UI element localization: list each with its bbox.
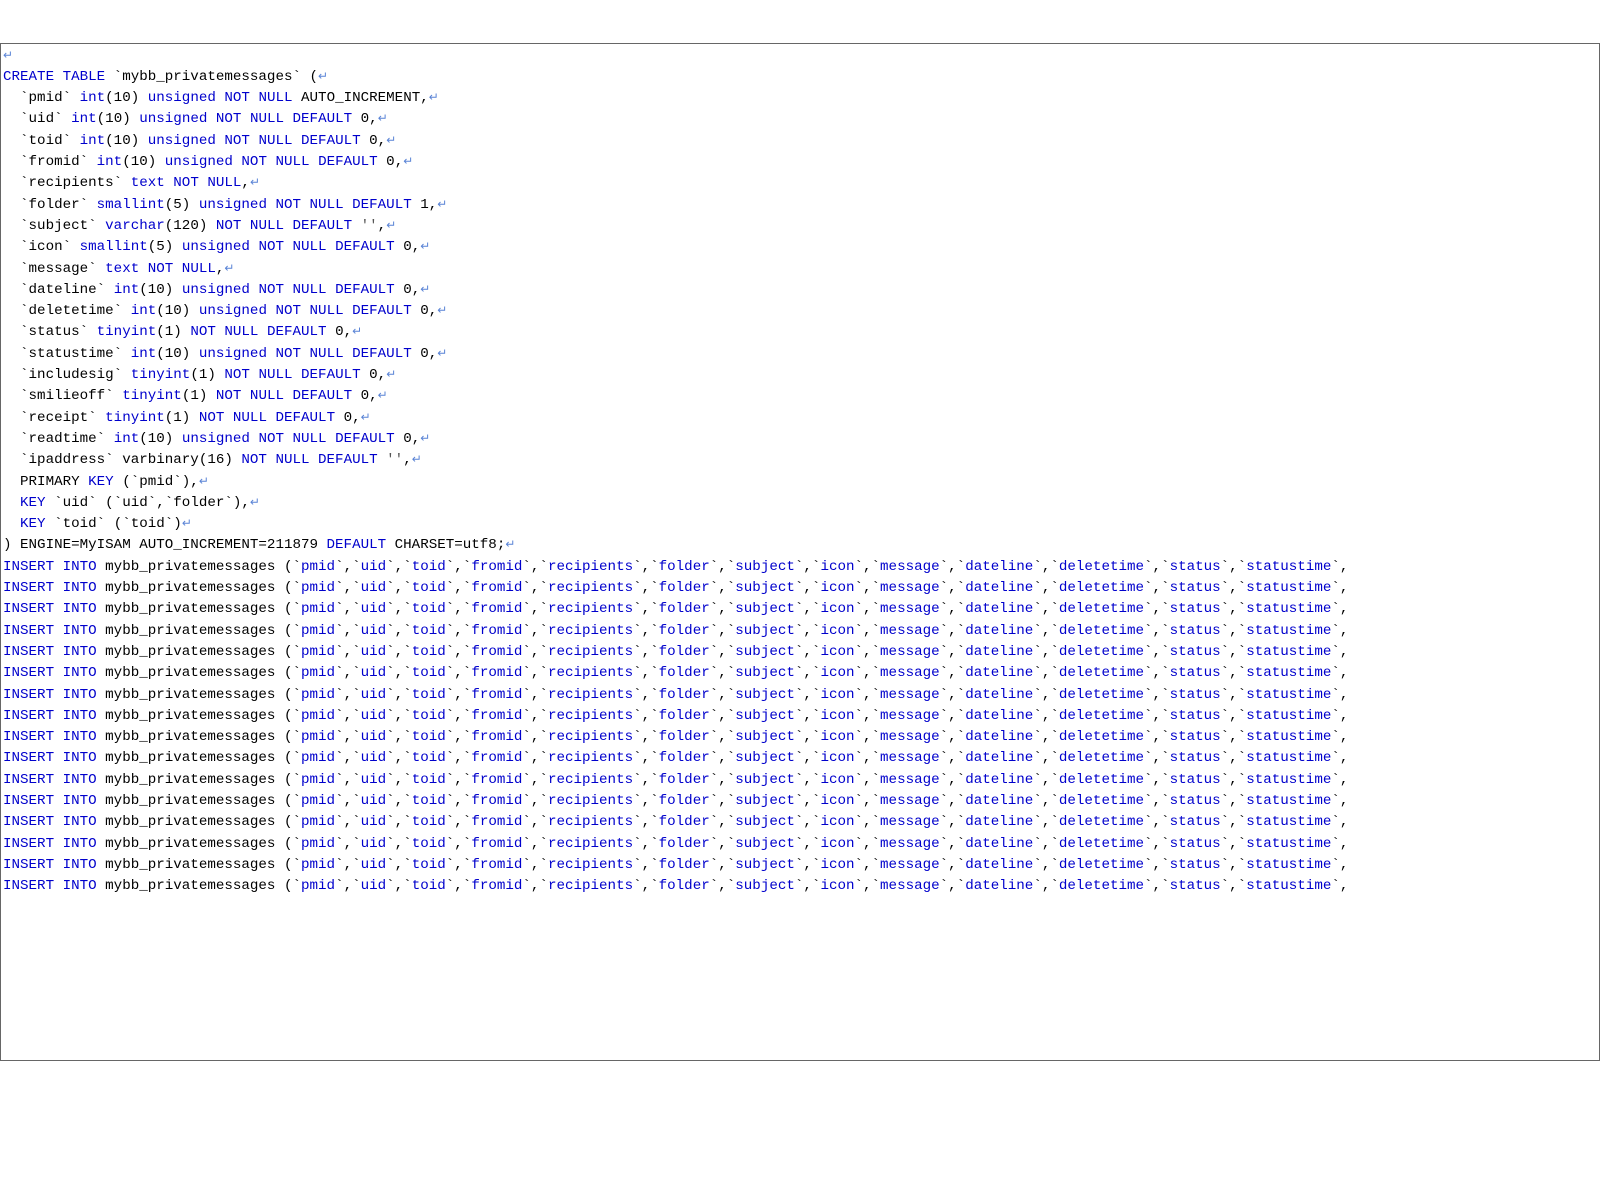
sql-code-viewer[interactable]: ↵ CREATE TABLE `mybb_privatemessages` (↵… xyxy=(0,43,1600,1061)
code-content: ↵ CREATE TABLE `mybb_privatemessages` (↵… xyxy=(3,48,1348,895)
